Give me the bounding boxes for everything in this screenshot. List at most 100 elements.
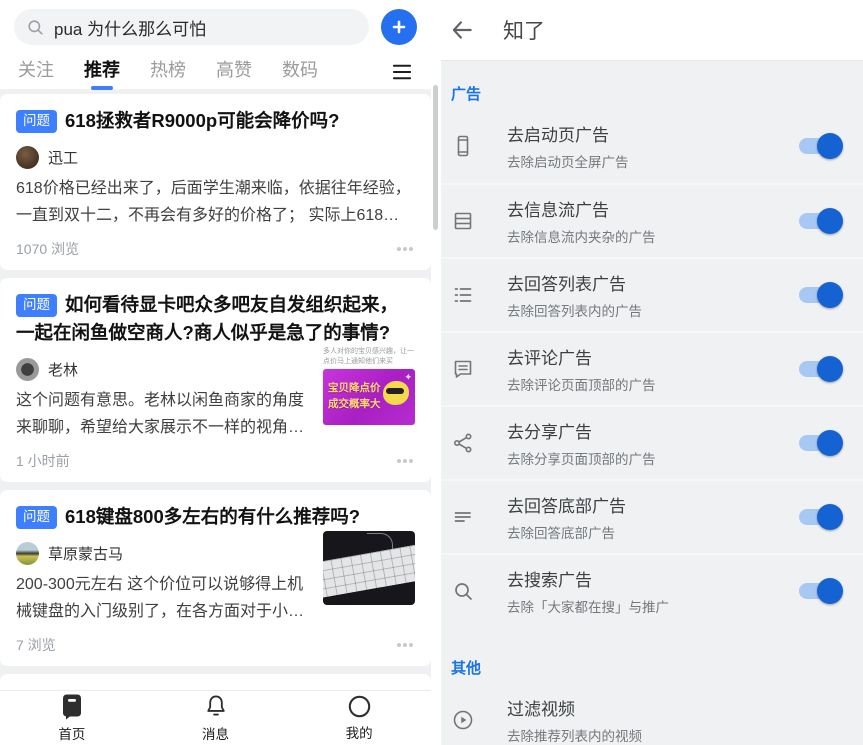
author-row[interactable]: 迅工 bbox=[16, 144, 415, 170]
feed-app-panel: pua 为什么那么可怕 关注 推荐 热榜 高赞 数码 问题 618拯救者R900… bbox=[0, 0, 431, 745]
scrollbar[interactable] bbox=[433, 85, 438, 230]
settings-list: 广告 去启动页广告 去除启动页全屏广告 去信息流广告 去除信息流内夹杂的广告 去… bbox=[441, 60, 863, 745]
screenshot-root: pua 为什么那么可怕 关注 推荐 热榜 高赞 数码 问题 618拯救者R900… bbox=[0, 0, 863, 745]
setting-row-search-ads[interactable]: 去搜索广告 去除「大家都在搜」与推广 bbox=[441, 553, 863, 627]
page-title: 知了 bbox=[503, 20, 545, 43]
tab-upvoted[interactable]: 高赞 bbox=[216, 56, 252, 88]
bottom-nav: 首页 消息 我的 bbox=[0, 690, 431, 745]
back-arrow-icon[interactable] bbox=[449, 17, 475, 43]
settings-panel: 知了 广告 去启动页广告 去除启动页全屏广告 去信息流广告 去除信息流内夹杂的广… bbox=[431, 0, 863, 745]
card-excerpt: 200-300元左右 这个价位可以说够得上机械键盘的入门级别了，在各方面对于小白… bbox=[16, 576, 305, 620]
nav-home[interactable]: 首页 bbox=[0, 691, 144, 745]
smartphone-icon bbox=[451, 134, 475, 158]
toggle-comment-ads[interactable] bbox=[799, 356, 843, 382]
question-badge: 问题 bbox=[16, 294, 57, 318]
setting-subtitle: 去除回答列表内的广告 bbox=[507, 304, 642, 319]
author-name: 老林 bbox=[48, 361, 79, 379]
setting-title: 去搜索广告 bbox=[507, 571, 592, 590]
nav-messages[interactable]: 消息 bbox=[144, 691, 288, 745]
more-icon[interactable] bbox=[397, 458, 401, 463]
avatar bbox=[16, 541, 39, 565]
toggle-answerbottom-ads[interactable] bbox=[799, 504, 843, 530]
author-row[interactable]: 老林 bbox=[16, 356, 311, 382]
setting-subtitle: 去除启动页全屏广告 bbox=[507, 155, 629, 170]
setting-row-splash-ads[interactable]: 去启动页广告 去除启动页全屏广告 bbox=[441, 109, 863, 183]
tab-hot[interactable]: 热榜 bbox=[150, 56, 186, 88]
setting-row-comment-ads[interactable]: 去评论广告 去除评论页面顶部的广告 bbox=[441, 331, 863, 405]
section-label-other: 其他 bbox=[451, 660, 482, 677]
author-row[interactable]: 草原蒙古马 bbox=[16, 540, 311, 566]
setting-row-feed-ads[interactable]: 去信息流广告 去除信息流内夹杂的广告 bbox=[441, 183, 863, 257]
play-circle-icon bbox=[451, 708, 475, 732]
feed-card[interactable]: 问题 如何看待显卡吧众多吧友自发组织起来，一起在闲鱼做空商人?商人似乎是急了的事情… bbox=[0, 278, 431, 482]
card-title: 问题 618拯救者R9000p可能会降价吗? bbox=[16, 107, 415, 135]
toggle-feed-ads[interactable] bbox=[799, 208, 843, 234]
setting-subtitle: 去除「大家都在搜」与推广 bbox=[507, 600, 669, 615]
tab-follow[interactable]: 关注 bbox=[18, 56, 54, 88]
tab-bar: 关注 推荐 热榜 高赞 数码 bbox=[0, 54, 431, 90]
nav-profile[interactable]: 我的 bbox=[287, 691, 431, 745]
share-icon bbox=[451, 431, 475, 455]
home-book-icon bbox=[60, 693, 84, 720]
feed-list: 问题 618拯救者R9000p可能会降价吗? 迅工 618价格已经出来了，后面学生… bbox=[0, 90, 431, 690]
toggle-search-ads[interactable] bbox=[799, 578, 843, 604]
bullet-list-icon bbox=[451, 283, 475, 307]
question-badge: 问题 bbox=[16, 505, 57, 529]
setting-subtitle: 去除分享页面顶部的广告 bbox=[507, 452, 656, 467]
bell-icon bbox=[203, 693, 229, 720]
setting-title: 去分享广告 bbox=[507, 423, 592, 442]
setting-title: 去回答列表广告 bbox=[507, 275, 626, 294]
feed-card[interactable]: 问题 618键盘800多左右的有什么推荐吗? 草原蒙古马 200-300元左右 这… bbox=[0, 489, 431, 666]
circle-icon bbox=[347, 694, 372, 719]
search-input[interactable]: pua 为什么那么可怕 bbox=[14, 9, 369, 45]
more-icon[interactable] bbox=[397, 642, 401, 647]
tab-recommend[interactable]: 推荐 bbox=[84, 56, 120, 88]
avatar bbox=[16, 145, 39, 169]
toggle-answerlist-ads[interactable] bbox=[799, 282, 843, 308]
feed-card[interactable]: 问题 618拯救者R9000p可能会降价吗? 迅工 618价格已经出来了，后面学生… bbox=[0, 94, 431, 270]
author-name: 草原蒙古马 bbox=[48, 545, 124, 563]
search-icon bbox=[26, 18, 45, 37]
plus-icon bbox=[388, 16, 410, 38]
setting-title: 过滤视频 bbox=[507, 700, 575, 719]
tab-digital[interactable]: 数码 bbox=[282, 56, 318, 88]
tab-menu-button[interactable] bbox=[391, 63, 413, 81]
setting-row-answerlist-ads[interactable]: 去回答列表广告 去除回答列表内的广告 bbox=[441, 257, 863, 331]
setting-row-filter-video[interactable]: 过滤视频 去除推荐列表内的视频 bbox=[441, 683, 863, 745]
section-label-ads: 广告 bbox=[451, 86, 482, 103]
settings-header: 知了 bbox=[431, 0, 863, 60]
hamburger-icon bbox=[391, 63, 413, 81]
setting-subtitle: 去除评论页面顶部的广告 bbox=[507, 378, 656, 393]
setting-subtitle: 去除信息流内夹杂的广告 bbox=[507, 230, 656, 245]
setting-title: 去信息流广告 bbox=[507, 201, 609, 220]
view-count: 7 浏览 bbox=[16, 636, 56, 653]
more-icon[interactable] bbox=[397, 247, 401, 251]
thumbnail-caption: 多人对你的宝贝感兴趣，让一点价马上通知他们来买 bbox=[323, 348, 414, 365]
author-name: 迅工 bbox=[48, 149, 79, 167]
setting-title: 去回答底部广告 bbox=[507, 497, 626, 516]
search-query-text: pua 为什么那么可怕 bbox=[54, 19, 207, 39]
notes-icon bbox=[451, 505, 475, 529]
view-count: 1070 浏览 bbox=[16, 241, 80, 257]
promo-image: 宝贝降点价 成交概率大 bbox=[323, 369, 415, 425]
timestamp: 1 小时前 bbox=[16, 452, 70, 469]
card-title: 问题 618键盘800多左右的有什么推荐吗? bbox=[16, 503, 415, 531]
setting-title: 去启动页广告 bbox=[507, 126, 609, 145]
comment-icon bbox=[451, 357, 475, 381]
question-badge: 问题 bbox=[16, 110, 57, 134]
card-thumbnail: 多人对你的宝贝感兴趣，让一点价马上通知他们来买 宝贝降点价 成交概率大 bbox=[323, 347, 415, 442]
feed-card[interactable]: 文章学生党如何靠信息差日赚1千? 小葵 bbox=[0, 673, 431, 690]
card-title: 问题 如何看待显卡吧众多吧友自发组织起来，一起在闲鱼做空商人?商人似乎是急了的事情… bbox=[16, 294, 399, 344]
feed-rows-icon bbox=[451, 209, 475, 233]
avatar bbox=[16, 357, 39, 381]
toggle-splash-ads[interactable] bbox=[799, 133, 843, 159]
keyboard-thumbnail bbox=[323, 531, 415, 605]
setting-subtitle: 去除回答底部广告 bbox=[507, 526, 615, 541]
toggle-share-ads[interactable] bbox=[799, 430, 843, 456]
add-button[interactable] bbox=[381, 9, 417, 45]
setting-subtitle: 去除推荐列表内的视频 bbox=[507, 729, 642, 744]
setting-row-answerbottom-ads[interactable]: 去回答底部广告 去除回答底部广告 bbox=[441, 479, 863, 553]
setting-row-share-ads[interactable]: 去分享广告 去除分享页面顶部的广告 bbox=[441, 405, 863, 479]
card-excerpt: 618价格已经出来了，后面学生潮来临，依据往年经验，一直到双十二，不再会有多好的… bbox=[16, 180, 411, 225]
search-icon bbox=[451, 579, 475, 603]
